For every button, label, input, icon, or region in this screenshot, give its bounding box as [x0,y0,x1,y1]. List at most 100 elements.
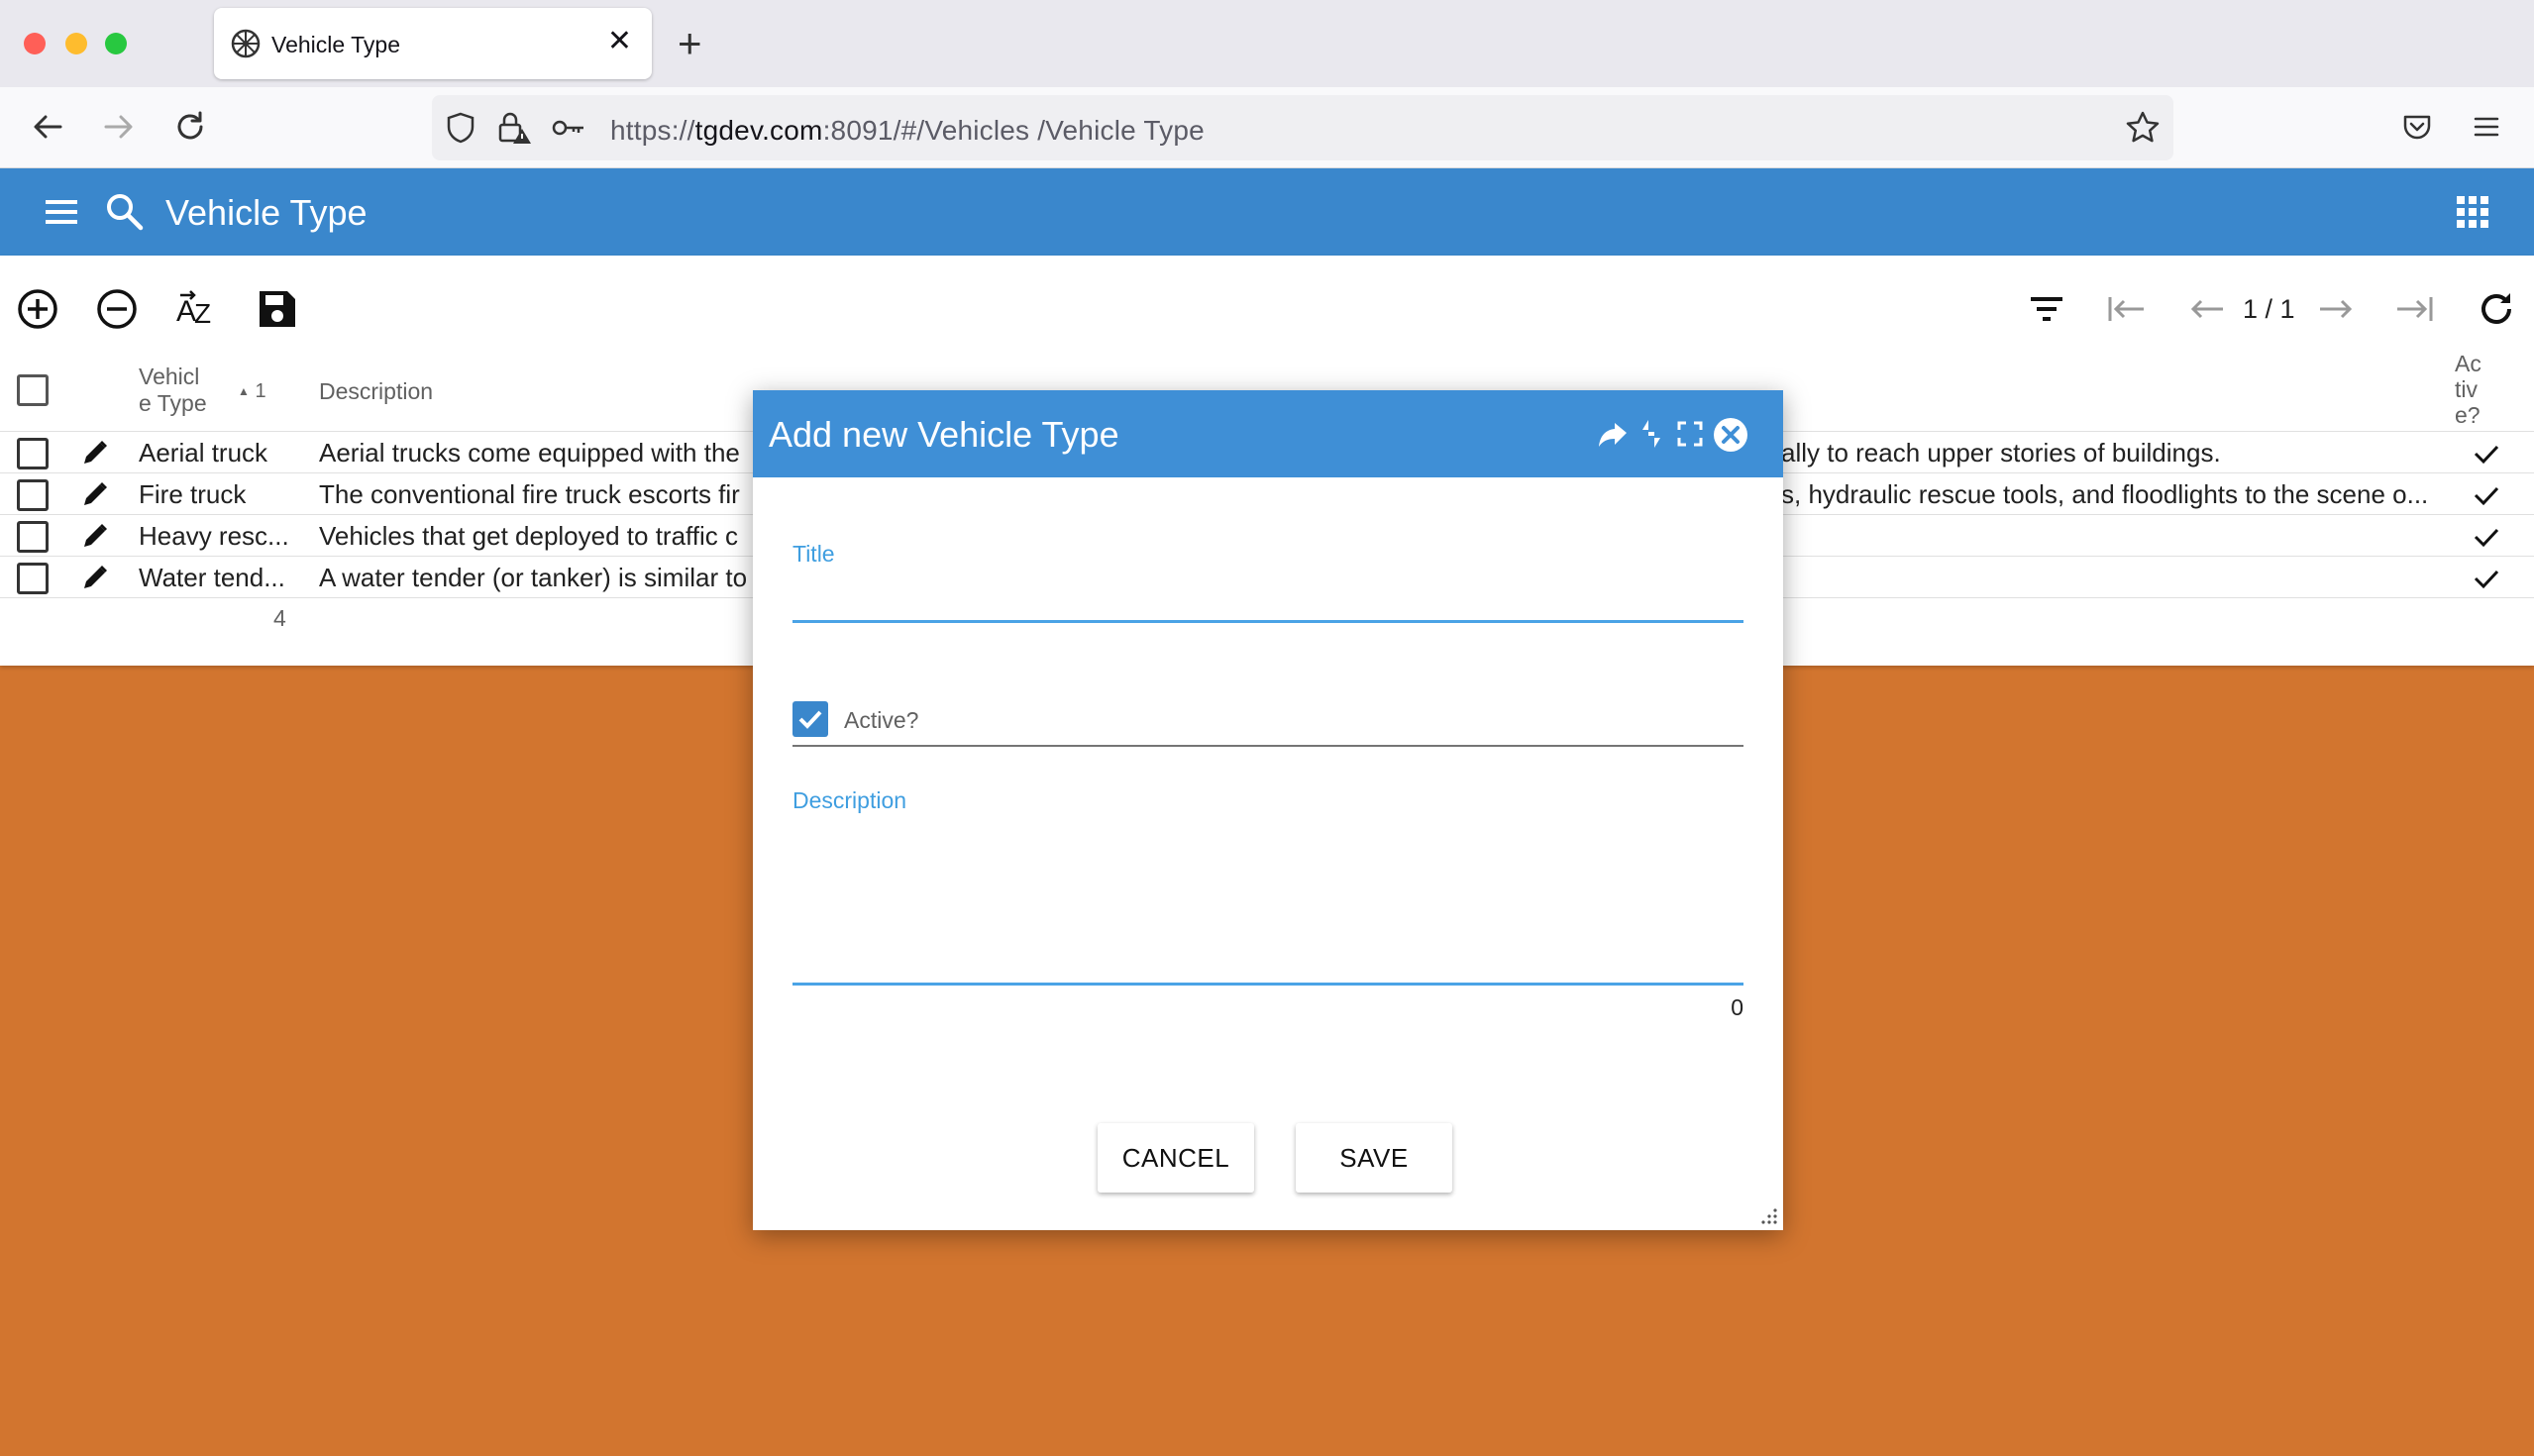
add-circle-icon [18,289,57,329]
zoom-window-button[interactable] [105,33,127,54]
key-icon [552,120,583,136]
page-title: Vehicle Type [165,192,368,233]
active-check-icon [2474,445,2499,465]
dialog-title: Add new Vehicle Type [769,414,1119,455]
sort-order: 1 [255,380,266,402]
previous-page-button[interactable] [2183,285,2231,333]
next-page-button[interactable] [2312,285,2360,333]
browser-menu-button[interactable] [2463,103,2510,151]
app-menu-button[interactable] [40,190,87,234]
shield-icon [447,112,475,144]
hamburger-icon [2474,117,2499,137]
address-bar[interactable]: https://tgdev.com:8091/#/Vehicles /Vehic… [432,95,2173,160]
active-check-icon [2474,570,2499,589]
close-tab-icon[interactable]: ✕ [607,24,632,59]
cell-description: A water tender (or tanker) is similar to [319,563,748,592]
dialog-header[interactable]: Add new Vehicle Type [753,390,1783,477]
edit-pencil-icon[interactable] [81,439,109,467]
cell-description: Aerial trucks come equipped with the [319,438,740,468]
sort-button[interactable]: A Z [172,285,220,333]
description-label: Description [792,787,907,813]
remove-button[interactable] [93,285,141,333]
minimize-window-button[interactable] [65,33,87,54]
arrow-back-icon [2190,299,2223,319]
apps-grid-icon [2457,196,2488,228]
bookmark-star-icon[interactable] [2124,109,2162,147]
column-header-active[interactable]: Ac tiv e? [2455,351,2481,428]
add-button[interactable] [14,285,61,333]
refresh-button[interactable] [2473,285,2520,333]
new-tab-button[interactable]: + [678,20,702,67]
share-icon[interactable] [1597,420,1629,450]
reload-button[interactable] [166,103,214,151]
cell-vehicle-type: Aerial truck [139,438,268,468]
arrow-forward-icon [2320,299,2353,319]
description-underline [792,983,1743,986]
sort-indicator: ▲ 1 [238,378,266,405]
cell-description-tail: ally to reach upper stories of buildings… [1781,438,2221,468]
save-icon [260,291,295,327]
resize-handle-icon[interactable] [1755,1202,1779,1226]
sort-az-icon: A Z [176,290,211,329]
refresh-icon [2481,293,2511,324]
active-label: Active? [844,707,919,733]
checkmark-icon [798,710,822,729]
reload-icon [177,111,203,140]
filter-icon [2031,297,2062,321]
column-header-description[interactable]: Description [319,378,433,405]
browser-tab-bar: Vehicle Type ✕ + [0,0,2534,87]
cancel-button[interactable]: CANCEL [1098,1123,1254,1193]
last-page-icon [2397,297,2433,321]
app-header: Vehicle Type [0,168,2534,256]
row-checkbox[interactable] [17,521,49,553]
lock-warning-icon [498,112,531,144]
description-textarea[interactable] [792,822,1743,977]
browser-nav-bar: https://tgdev.com:8091/#/Vehicles /Vehic… [0,87,2534,168]
wheel-icon [231,29,261,58]
row-checkbox[interactable] [17,438,49,469]
pager-text: 1 / 1 [2243,294,2295,324]
cell-description: The conventional fire truck escorts fir [319,479,740,509]
back-button[interactable] [24,103,71,151]
cell-description: Vehicles that get deployed to traffic c [319,521,739,551]
filter-button[interactable] [2023,285,2070,333]
arrow-left-icon [34,115,62,139]
active-check-icon [2474,486,2499,506]
browser-tab[interactable]: Vehicle Type ✕ [214,8,652,79]
description-char-count: 0 [1731,994,1743,1020]
edit-pencil-icon[interactable] [81,480,109,508]
column-header-vehicle-type[interactable]: Vehicl e Type [139,364,208,417]
search-icon [107,194,144,231]
row-count: 4 [273,605,286,631]
maximize-icon[interactable] [1676,420,1704,448]
forward-button[interactable] [95,103,143,151]
close-window-button[interactable] [24,33,46,54]
search-button[interactable] [103,190,147,234]
row-checkbox[interactable] [17,563,49,594]
minimize-dialog-icon[interactable] [1637,418,1666,450]
title-input[interactable] [792,571,1743,614]
cell-vehicle-type: Water tend... [139,563,285,592]
cell-description-tail: s, hydraulic rescue tools, and floodligh… [1781,479,2429,509]
pocket-button[interactable] [2393,103,2441,151]
url-scheme: https:// [610,115,695,146]
close-dialog-icon[interactable] [1712,416,1749,454]
row-checkbox[interactable] [17,479,49,511]
apps-button[interactable] [2453,192,2492,232]
select-all-checkbox[interactable] [17,374,49,406]
save-button[interactable]: SAVE [1296,1123,1452,1193]
first-page-button[interactable] [2102,285,2150,333]
add-vehicle-type-dialog: Add new Vehicle Type Title Active? Descr… [753,390,1783,1230]
title-underline [792,620,1743,623]
cell-vehicle-type: Fire truck [139,479,247,509]
url-host: tgdev.com [694,115,823,146]
first-page-icon [2108,297,2144,321]
edit-pencil-icon[interactable] [81,564,109,591]
save-grid-button[interactable] [254,285,301,333]
pocket-icon [2403,115,2431,140]
url-path: :8091/#/Vehicles /Vehicle Type [822,115,1205,146]
last-page-button[interactable] [2391,285,2439,333]
active-checkbox[interactable] [792,701,828,737]
edit-pencil-icon[interactable] [81,522,109,550]
tab-title: Vehicle Type [271,32,401,57]
